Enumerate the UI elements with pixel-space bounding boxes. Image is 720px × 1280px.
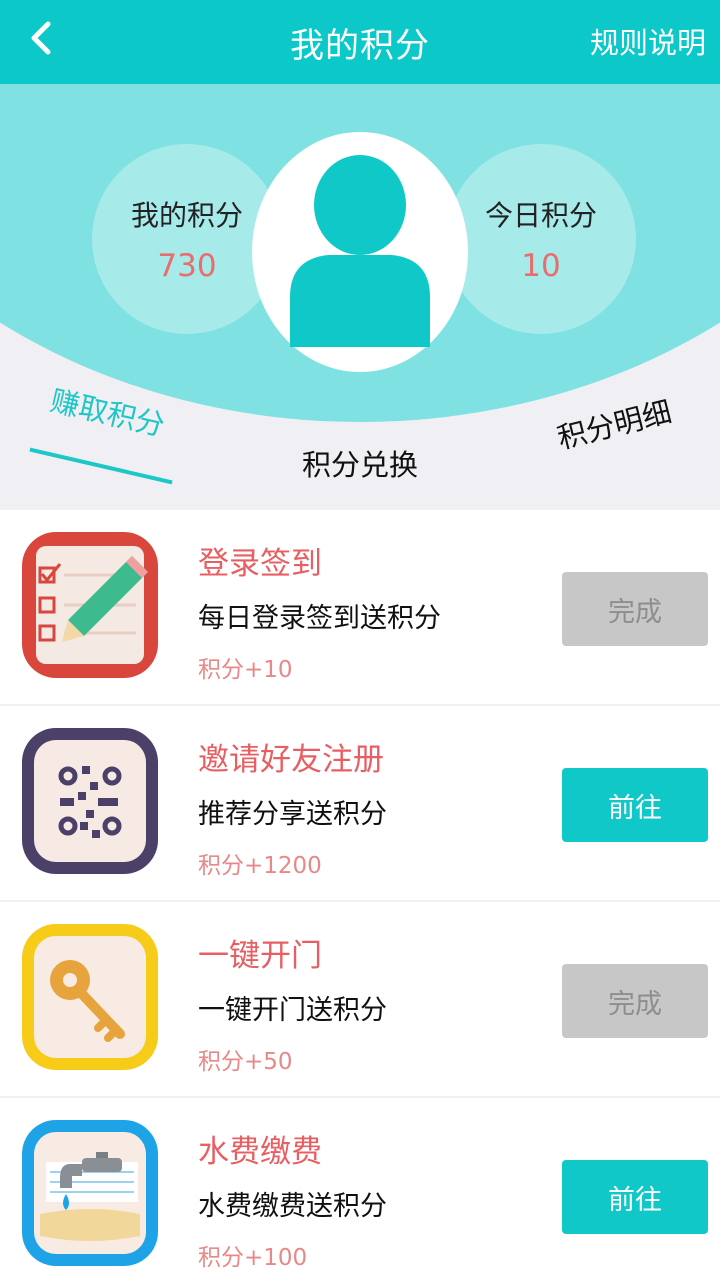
list-item: 一键开门 一键开门送积分 积分+50 完成 (0, 902, 720, 1098)
task-name: 邀请好友注册 (198, 742, 384, 778)
task-name: 一键开门 (198, 938, 322, 974)
list-item: 登录签到 每日登录签到送积分 积分+10 完成 (0, 510, 720, 706)
my-points-value: 730 (157, 248, 217, 284)
today-points-value: 10 (521, 248, 561, 284)
checklist-pencil-icon (20, 530, 160, 680)
qr-code-icon (20, 726, 160, 876)
task-description: 每日登录签到送积分 (198, 603, 441, 634)
today-points-label: 今日积分 (484, 199, 597, 232)
task-description: 一键开门送积分 (198, 995, 387, 1026)
task-name: 登录签到 (198, 546, 322, 582)
key-icon (20, 922, 160, 1072)
active-tab-indicator (29, 447, 173, 485)
task-points: 积分+100 (198, 1245, 308, 1271)
task-go-button[interactable]: 前往 (562, 768, 708, 842)
task-points: 积分+10 (198, 657, 293, 683)
task-name: 水费缴费 (198, 1134, 322, 1170)
list-item: 邀请好友注册 推荐分享送积分 积分+1200 前往 (0, 706, 720, 902)
task-description: 水费缴费送积分 (198, 1191, 387, 1222)
tab-points-detail[interactable]: 积分明细 (553, 389, 676, 458)
top-bar: 我的积分 规则说明 (0, 0, 720, 84)
user-silhouette-icon (290, 155, 430, 347)
rules-link[interactable]: 规则说明 (590, 20, 706, 62)
profile-panel: 我的积分 730 今日积分 10 赚取积分 积分兑换 积分明细 (0, 84, 720, 510)
task-list: 登录签到 每日登录签到送积分 积分+10 完成 邀请好友注册 推荐分享送积分 积… (0, 510, 720, 1280)
water-tap-icon (20, 1118, 160, 1268)
list-item: 水费缴费 水费缴费送积分 积分+100 前往 (0, 1098, 720, 1280)
page-title: 我的积分 (290, 25, 430, 66)
avatar[interactable] (252, 132, 468, 372)
today-points-circle: 今日积分 10 (446, 144, 636, 334)
task-done-button[interactable]: 完成 (562, 964, 708, 1038)
tab-points-exchange[interactable]: 积分兑换 (302, 442, 418, 484)
task-description: 推荐分享送积分 (198, 799, 387, 830)
back-icon[interactable] (26, 18, 56, 58)
task-points: 积分+1200 (198, 853, 322, 879)
my-points-label: 我的积分 (130, 199, 243, 232)
task-go-button[interactable]: 前往 (562, 1160, 708, 1234)
task-done-button[interactable]: 完成 (562, 572, 708, 646)
task-points: 积分+50 (198, 1049, 293, 1075)
